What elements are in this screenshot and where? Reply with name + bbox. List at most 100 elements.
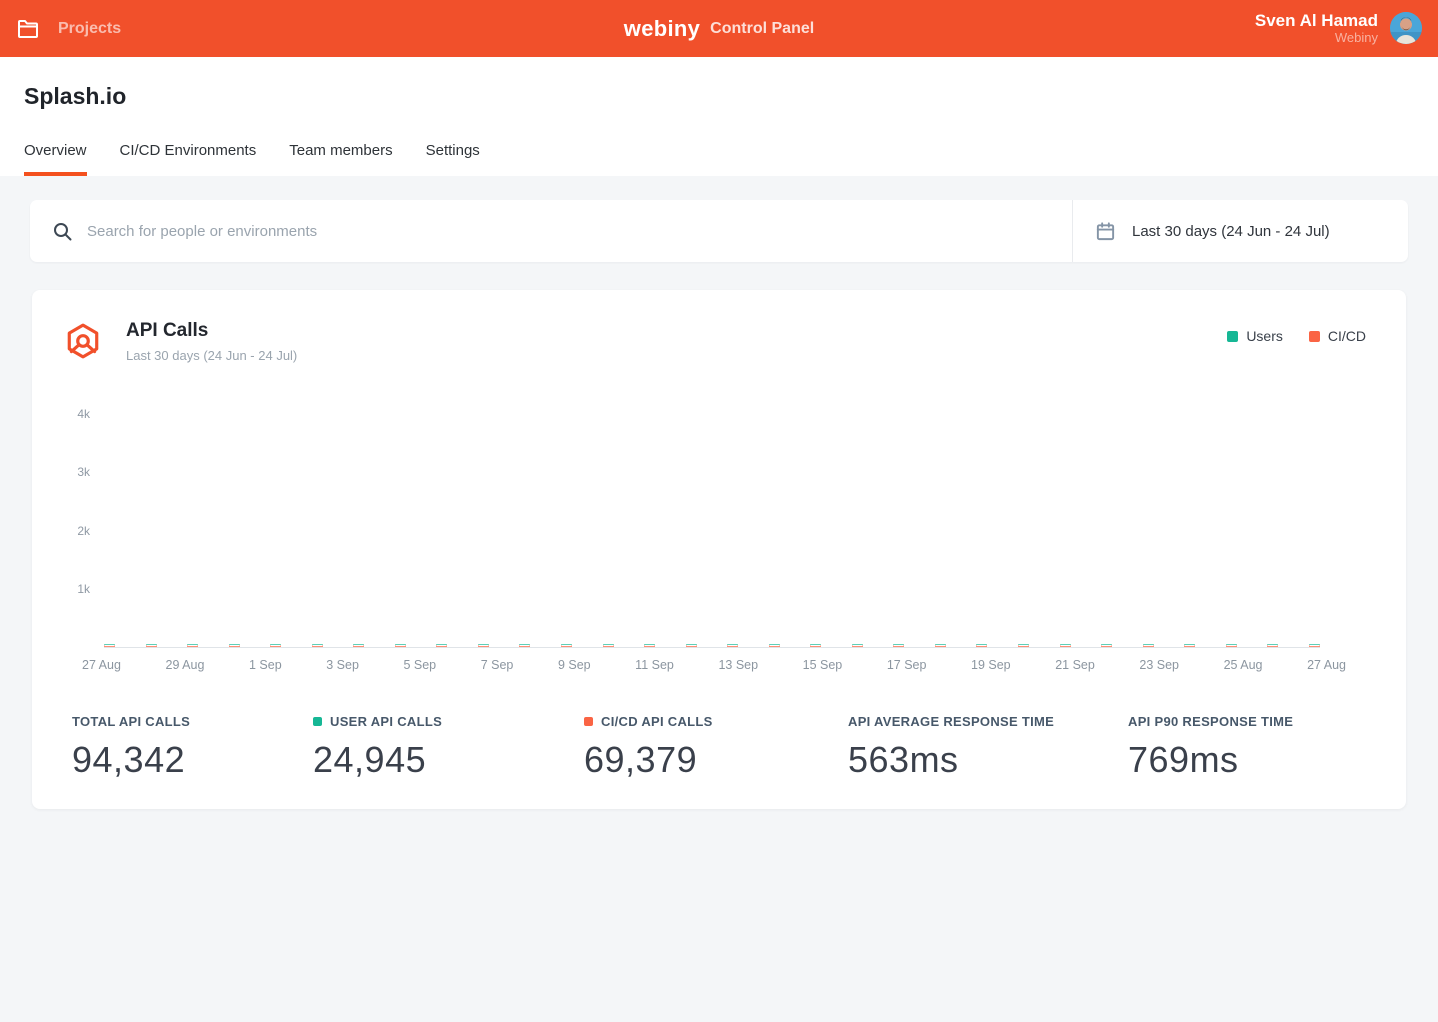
- y-tick-4k: 4k: [77, 407, 90, 421]
- content-area: Last 30 days (24 Jun - 24 Jul) API Calls…: [0, 176, 1438, 1022]
- brand: webiny Control Panel: [624, 0, 814, 57]
- cicd-segment: [1184, 645, 1195, 647]
- bar-day-24[interactable]: [1060, 644, 1071, 647]
- cicd-segment: [810, 645, 821, 647]
- bar-day-29[interactable]: [1267, 644, 1278, 647]
- bar-day-7[interactable]: [353, 644, 364, 647]
- chart-title: API Calls: [126, 320, 297, 342]
- search-icon: [52, 221, 73, 242]
- cicd-segment: [727, 645, 738, 647]
- avatar[interactable]: [1390, 12, 1422, 44]
- x-tick-label: 1 Sep: [249, 658, 282, 672]
- tab-team-members[interactable]: Team members: [289, 132, 392, 176]
- bar-day-28[interactable]: [1226, 644, 1237, 647]
- stat-label: TOTAL API CALLS: [72, 714, 190, 729]
- bar-day-19[interactable]: [852, 644, 863, 647]
- cicd-segment: [686, 645, 697, 647]
- bar-day-1[interactable]: [104, 644, 115, 647]
- bar-day-18[interactable]: [810, 644, 821, 647]
- stat-api-average-response-time: API AVERAGE RESPONSE TIME563ms: [848, 714, 1128, 781]
- stat-label: USER API CALLS: [330, 714, 442, 729]
- bar-day-14[interactable]: [644, 644, 655, 647]
- api-calls-card: API Calls Last 30 days (24 Jun - 24 Jul)…: [32, 290, 1406, 809]
- stat-label: CI/CD API CALLS: [601, 714, 713, 729]
- stat-label-row: TOTAL API CALLS: [72, 714, 313, 729]
- stat-label-row: API P90 RESPONSE TIME: [1128, 714, 1366, 729]
- y-tick-2k: 2k: [77, 524, 90, 538]
- cicd-segment: [270, 645, 281, 647]
- control-panel-label: Control Panel: [710, 20, 814, 38]
- bar-day-2[interactable]: [146, 644, 157, 647]
- cicd-segment: [1309, 645, 1320, 647]
- chart-legend: Users CI/CD: [1227, 320, 1366, 344]
- bar-day-8[interactable]: [395, 644, 406, 647]
- user-menu[interactable]: Sven Al Hamad Webiny: [1255, 11, 1422, 45]
- bar-day-6[interactable]: [312, 644, 323, 647]
- bar-day-10[interactable]: [478, 644, 489, 647]
- cicd-segment: [229, 645, 240, 647]
- stat-api-p90-response-time: API P90 RESPONSE TIME769ms: [1128, 714, 1366, 781]
- chart: 1k2k3k4k 27 Aug29 Aug1 Sep3 Sep5 Sep7 Se…: [32, 414, 1406, 672]
- cicd-segment: [312, 645, 323, 647]
- tab-overview[interactable]: Overview: [24, 132, 87, 176]
- cicd-segment: [353, 645, 364, 647]
- bar-day-11[interactable]: [519, 644, 530, 647]
- cicd-segment: [893, 645, 904, 647]
- cicd-segment: [104, 645, 115, 647]
- bar-day-5[interactable]: [270, 644, 281, 647]
- bar-day-25[interactable]: [1101, 644, 1112, 647]
- bar-day-12[interactable]: [561, 644, 572, 647]
- search-section: [30, 200, 1072, 262]
- user-company: Webiny: [1255, 31, 1378, 46]
- bar-day-21[interactable]: [935, 644, 946, 647]
- bar-day-30[interactable]: [1309, 644, 1320, 647]
- legend-item-ci-cd[interactable]: CI/CD: [1309, 328, 1366, 344]
- tab-ci-cd-environments[interactable]: CI/CD Environments: [120, 132, 257, 176]
- projects-nav-button[interactable]: Projects: [16, 17, 121, 41]
- cicd-segment: [478, 645, 489, 647]
- x-tick-label: 3 Sep: [326, 658, 359, 672]
- toolbar: Last 30 days (24 Jun - 24 Jul): [30, 200, 1408, 262]
- x-tick-label: 23 Sep: [1139, 658, 1179, 672]
- cicd-segment: [769, 645, 780, 647]
- bar-day-9[interactable]: [436, 644, 447, 647]
- bar-day-16[interactable]: [727, 644, 738, 647]
- x-tick-label: 13 Sep: [718, 658, 758, 672]
- bar-day-4[interactable]: [229, 644, 240, 647]
- stat-label-row: CI/CD API CALLS: [584, 714, 848, 729]
- card-title-block: API Calls Last 30 days (24 Jun - 24 Jul): [126, 320, 297, 363]
- projects-nav-label: Projects: [58, 20, 121, 38]
- user-name: Sven Al Hamad: [1255, 11, 1378, 31]
- stats-row: TOTAL API CALLS94,342USER API CALLS24,94…: [32, 714, 1406, 781]
- bar-day-27[interactable]: [1184, 644, 1195, 647]
- search-input[interactable]: [87, 223, 1050, 240]
- stat-user-api-calls: USER API CALLS 24,945: [313, 714, 584, 781]
- webiny-box-icon: [64, 322, 102, 360]
- legend-label: CI/CD: [1328, 328, 1366, 344]
- x-tick-label: 9 Sep: [558, 658, 591, 672]
- bar-day-13[interactable]: [603, 644, 614, 647]
- bar-day-20[interactable]: [893, 644, 904, 647]
- cicd-segment: [1267, 645, 1278, 647]
- x-tick-label: 5 Sep: [403, 658, 436, 672]
- cicd-segment: [603, 645, 614, 647]
- date-range-picker[interactable]: Last 30 days (24 Jun - 24 Jul): [1072, 200, 1408, 262]
- legend-item-users[interactable]: Users: [1227, 328, 1283, 344]
- cicd-segment: [976, 645, 987, 647]
- legend-swatch: [1227, 331, 1238, 342]
- cicd-segment: [1018, 645, 1029, 647]
- bar-day-3[interactable]: [187, 644, 198, 647]
- bar-day-15[interactable]: [686, 644, 697, 647]
- x-axis-labels: 27 Aug29 Aug1 Sep3 Sep5 Sep7 Sep9 Sep11 …: [82, 658, 1346, 672]
- bar-day-23[interactable]: [1018, 644, 1029, 647]
- bar-day-26[interactable]: [1143, 644, 1154, 647]
- stat-value: 24,945: [313, 739, 584, 781]
- tab-settings[interactable]: Settings: [426, 132, 480, 176]
- cicd-segment: [436, 645, 447, 647]
- stat-color-dot: [313, 717, 322, 726]
- x-tick-label: 27 Aug: [82, 658, 121, 672]
- calendar-icon: [1095, 221, 1116, 242]
- bar-day-17[interactable]: [769, 644, 780, 647]
- cicd-segment: [935, 645, 946, 647]
- bar-day-22[interactable]: [976, 644, 987, 647]
